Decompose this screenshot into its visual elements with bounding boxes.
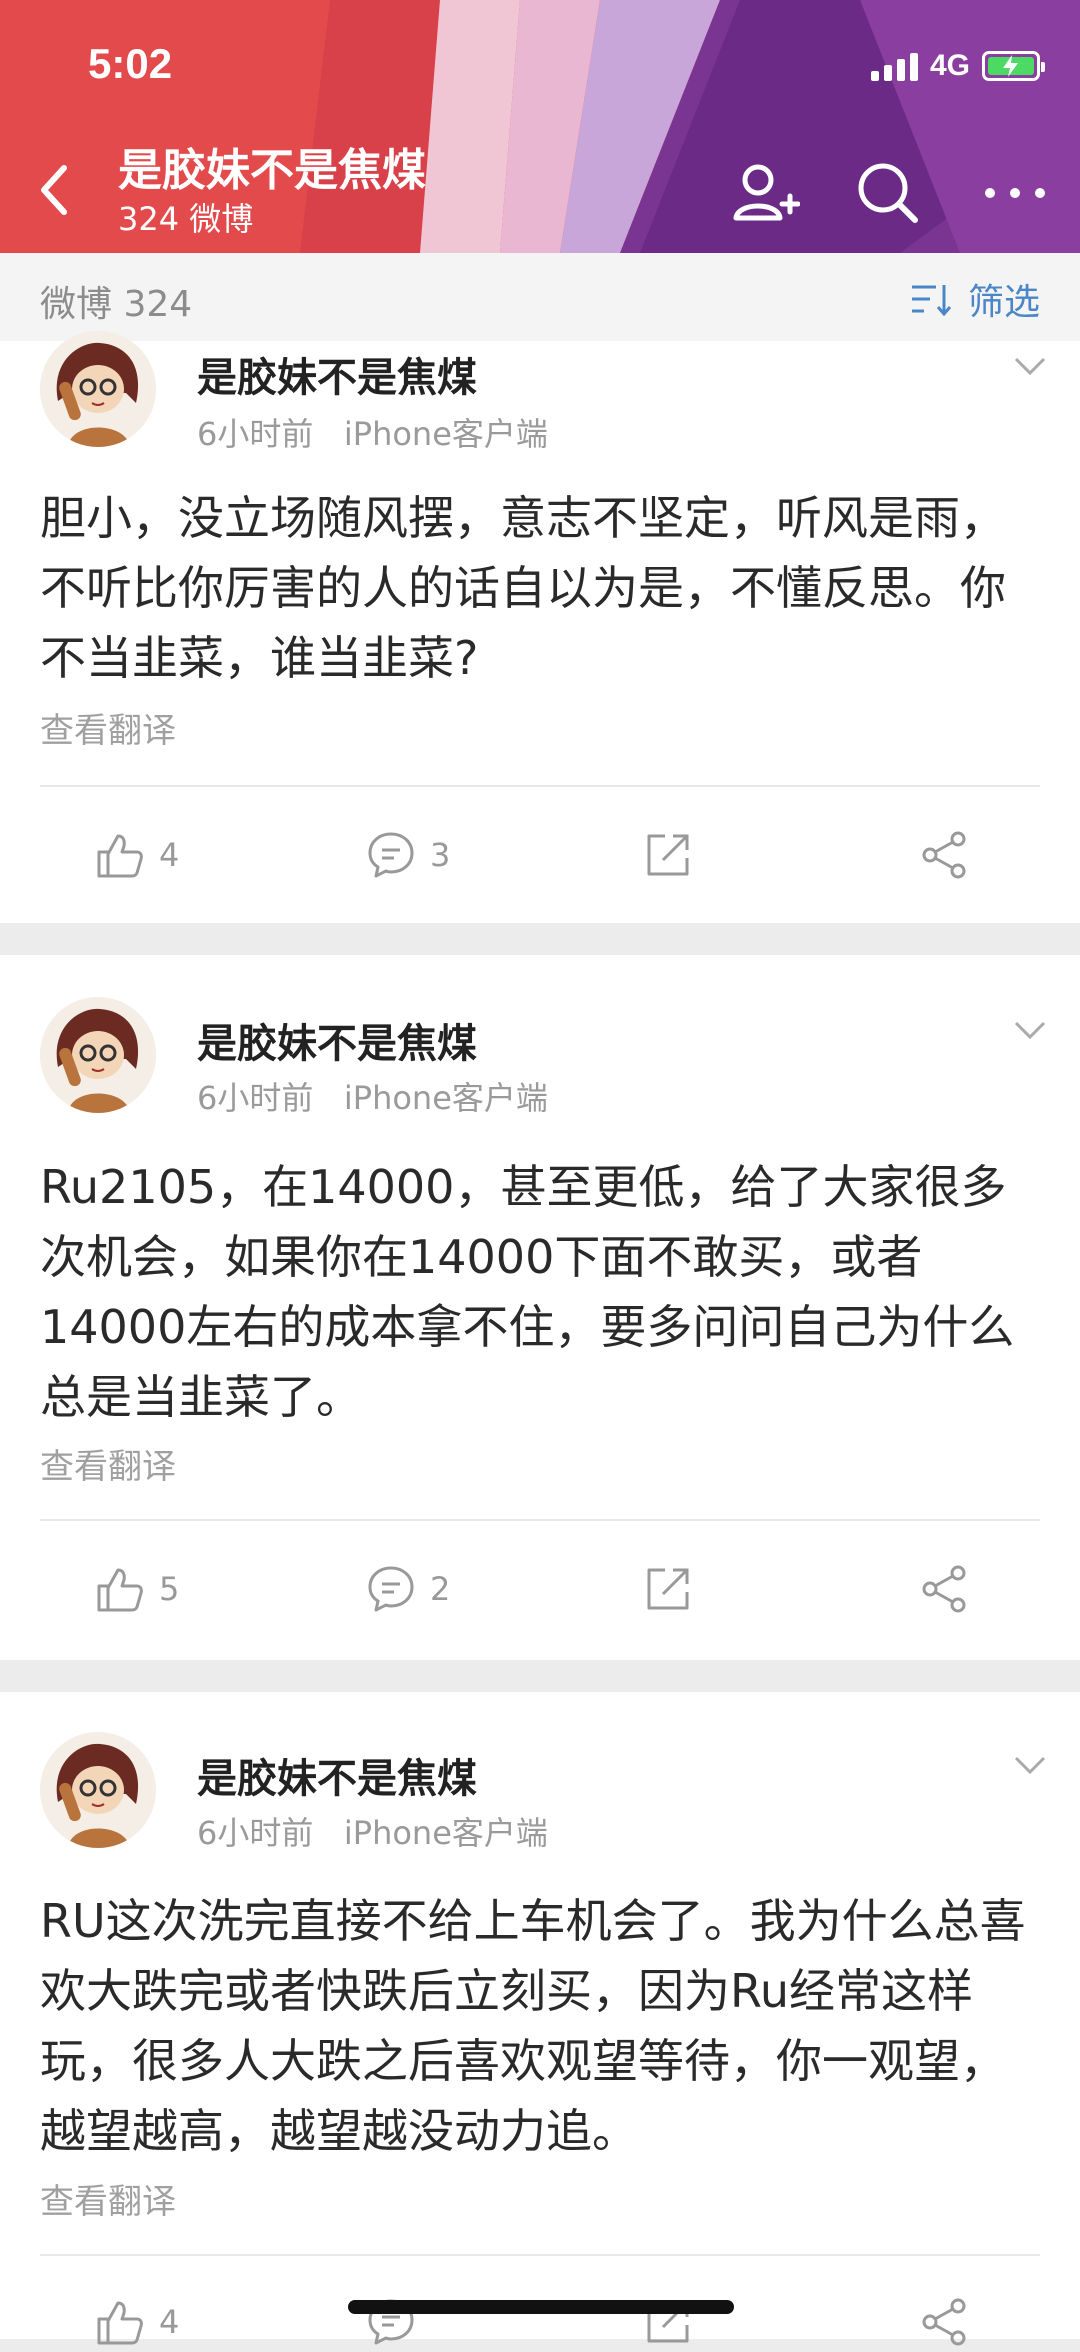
title-block: 是胶妹不是焦煤 324 微博 [118, 145, 426, 239]
filter-label: 筛选 [967, 282, 1040, 323]
page-subtitle: 324 微博 [118, 200, 254, 238]
avatar-illustration [40, 997, 156, 1113]
repost-icon [647, 1568, 689, 1610]
home-indicator[interactable] [348, 2300, 734, 2314]
repost-icon [647, 834, 689, 876]
post-card[interactable]: 是胶妹不是焦煤 6小时前 iPhone客户端 Ru2105，在14000，甚至更… [0, 955, 1080, 1660]
post-content: Ru2105，在14000，甚至更低，给了大家很多次机会，如果你在14000下面… [40, 1160, 1015, 1424]
translate-link[interactable]: 查看翻译 [40, 1439, 176, 1488]
post-menu-button[interactable] [1010, 351, 1050, 381]
share-icon [922, 2298, 966, 2346]
avatar[interactable] [40, 997, 156, 1113]
post-meta: 6小时前 iPhone客户端 [197, 415, 548, 453]
divider [40, 1519, 1040, 1521]
share-icon [922, 1565, 966, 1613]
filter-button[interactable]: 筛选 [910, 273, 1040, 325]
follow-button[interactable] [730, 158, 801, 228]
like-button[interactable]: 4 [95, 2292, 179, 2352]
avatar-illustration [40, 331, 156, 447]
thumbs-up-icon [97, 1568, 143, 1612]
author-name[interactable]: 是胶妹不是焦煤 [197, 1011, 477, 1069]
post-actions: 5 2 [0, 1559, 1080, 1619]
thumbs-up-icon [97, 834, 143, 878]
comment-button[interactable]: 3 [366, 825, 450, 885]
like-count: 4 [159, 2303, 180, 2341]
comment-icon [368, 832, 414, 878]
translate-link[interactable]: 查看翻译 [40, 703, 176, 752]
translate-link[interactable]: 查看翻译 [40, 2174, 176, 2223]
like-count: 4 [159, 836, 180, 874]
like-button[interactable]: 4 [95, 825, 179, 885]
post-actions: 4 3 [0, 825, 1080, 885]
back-button[interactable] [30, 160, 80, 220]
post-count-label: 微博 324 [40, 284, 193, 325]
add-user-icon [733, 164, 801, 221]
repost-button[interactable] [643, 825, 693, 885]
comment-count: 2 [430, 1570, 451, 1608]
thumbs-up-icon [97, 2301, 143, 2345]
status-time: 5:02 [88, 40, 173, 87]
author-name[interactable]: 是胶妹不是焦煤 [197, 345, 477, 403]
repost-button[interactable] [643, 1559, 693, 1619]
post-content: 胆小，没立场随风摆，意志不坚定，听风是雨，不听比你厉害的人的话自以为是，不懂反思… [40, 491, 1006, 685]
more-button[interactable] [980, 158, 1050, 228]
more-icon [985, 188, 1045, 198]
like-button[interactable]: 5 [95, 1559, 179, 1619]
comment-button[interactable]: 2 [366, 1559, 450, 1619]
signal-icon [870, 51, 918, 81]
share-button[interactable] [920, 2292, 970, 2352]
back-arrow-icon [41, 165, 67, 215]
avatar[interactable] [40, 331, 156, 447]
filter-bar: 微博 324 筛选 [0, 253, 1080, 341]
divider [40, 785, 1040, 787]
filter-icon [911, 285, 952, 317]
author-name[interactable]: 是胶妹不是焦煤 [197, 1746, 477, 1804]
comment-count: 3 [430, 836, 451, 874]
status-indicators: 4G [870, 46, 1045, 86]
battery-icon [982, 51, 1045, 81]
share-button[interactable] [920, 825, 970, 885]
post-menu-button[interactable] [1010, 1015, 1050, 1045]
share-button[interactable] [920, 1559, 970, 1619]
like-count: 5 [159, 1570, 180, 1608]
search-icon [858, 163, 918, 223]
search-button[interactable] [853, 158, 923, 228]
chevron-down-icon [1014, 357, 1046, 376]
post-card[interactable]: 是胶妹不是焦煤 6小时前 iPhone客户端 RU这次洗完直接不给上车机会了。我… [0, 1692, 1080, 2346]
comment-icon [368, 1566, 414, 1612]
post-content: RU这次洗完直接不给上车机会了。我为什么总喜欢大跌完或者快跌后立刻买，因为Ru经… [40, 1894, 1026, 2158]
share-icon [922, 831, 966, 879]
post-card[interactable]: 是胶妹不是焦煤 6小时前 iPhone客户端 胆小，没立场随风摆，意志不坚定，听… [0, 331, 1080, 923]
divider [40, 2254, 1040, 2256]
chevron-down-icon [1014, 1021, 1046, 1040]
post-meta: 6小时前 iPhone客户端 [197, 1814, 548, 1852]
profile-header: 5:02 4G 是胶妹不是焦煤 324 微博 [0, 0, 1080, 253]
avatar[interactable] [40, 1732, 156, 1848]
chevron-down-icon [1014, 1756, 1046, 1775]
network-type: 4G [929, 49, 970, 82]
avatar-illustration [40, 1732, 156, 1848]
page-title: 是胶妹不是焦煤 [118, 145, 426, 196]
post-meta: 6小时前 iPhone客户端 [197, 1079, 548, 1117]
post-menu-button[interactable] [1010, 1750, 1050, 1780]
